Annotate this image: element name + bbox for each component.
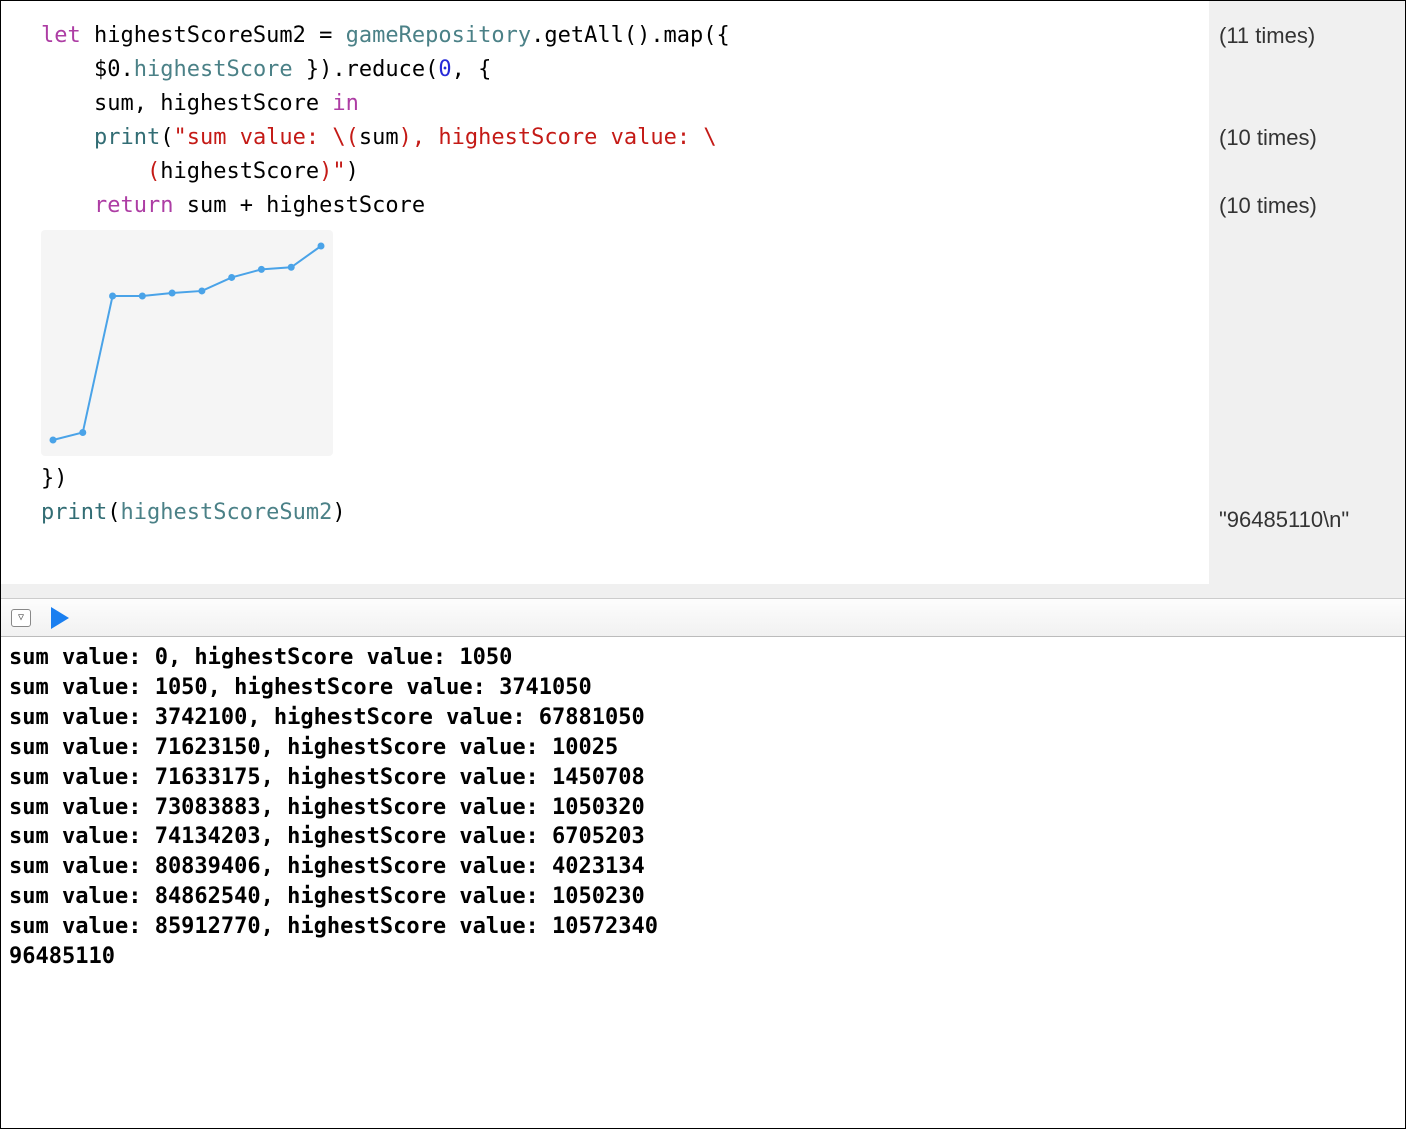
chevron-down-icon: ▽ <box>18 612 24 623</box>
inline-chart[interactable] <box>41 230 333 456</box>
debug-toolbar: ▽ <box>1 599 1405 637</box>
editor-area: let highestScoreSum2 = gameRepository.ge… <box>1 1 1405 599</box>
code-line: }) <box>41 462 1209 496</box>
code-line: print(highestScoreSum2) <box>41 496 1209 530</box>
result-value[interactable]: "96485110\n" <box>1219 503 1397 537</box>
results-sidebar[interactable]: (11 times) (10 times) (10 times) "964851… <box>1209 1 1405 598</box>
code-line: print("sum value: \(sum), highestScore v… <box>41 121 1209 155</box>
run-button[interactable] <box>51 607 69 629</box>
horizontal-scrollbar[interactable] <box>1 584 1209 598</box>
chart-svg <box>41 230 333 456</box>
debug-menu-button[interactable]: ▽ <box>11 609 31 627</box>
result-value[interactable]: (10 times) <box>1219 121 1397 155</box>
code-line: return sum + highestScore <box>41 189 1209 223</box>
result-value[interactable]: (11 times) <box>1219 19 1397 53</box>
code-line: $0.highestScore }).reduce(0, { <box>41 53 1209 87</box>
code-line: let highestScoreSum2 = gameRepository.ge… <box>41 19 1209 53</box>
console-output[interactable]: sum value: 0, highestScore value: 1050 s… <box>1 637 1405 978</box>
code-line: (highestScore)") <box>41 155 1209 189</box>
code-panel[interactable]: let highestScoreSum2 = gameRepository.ge… <box>1 1 1209 598</box>
code-line: sum, highestScore in <box>41 87 1209 121</box>
result-value[interactable]: (10 times) <box>1219 189 1397 223</box>
